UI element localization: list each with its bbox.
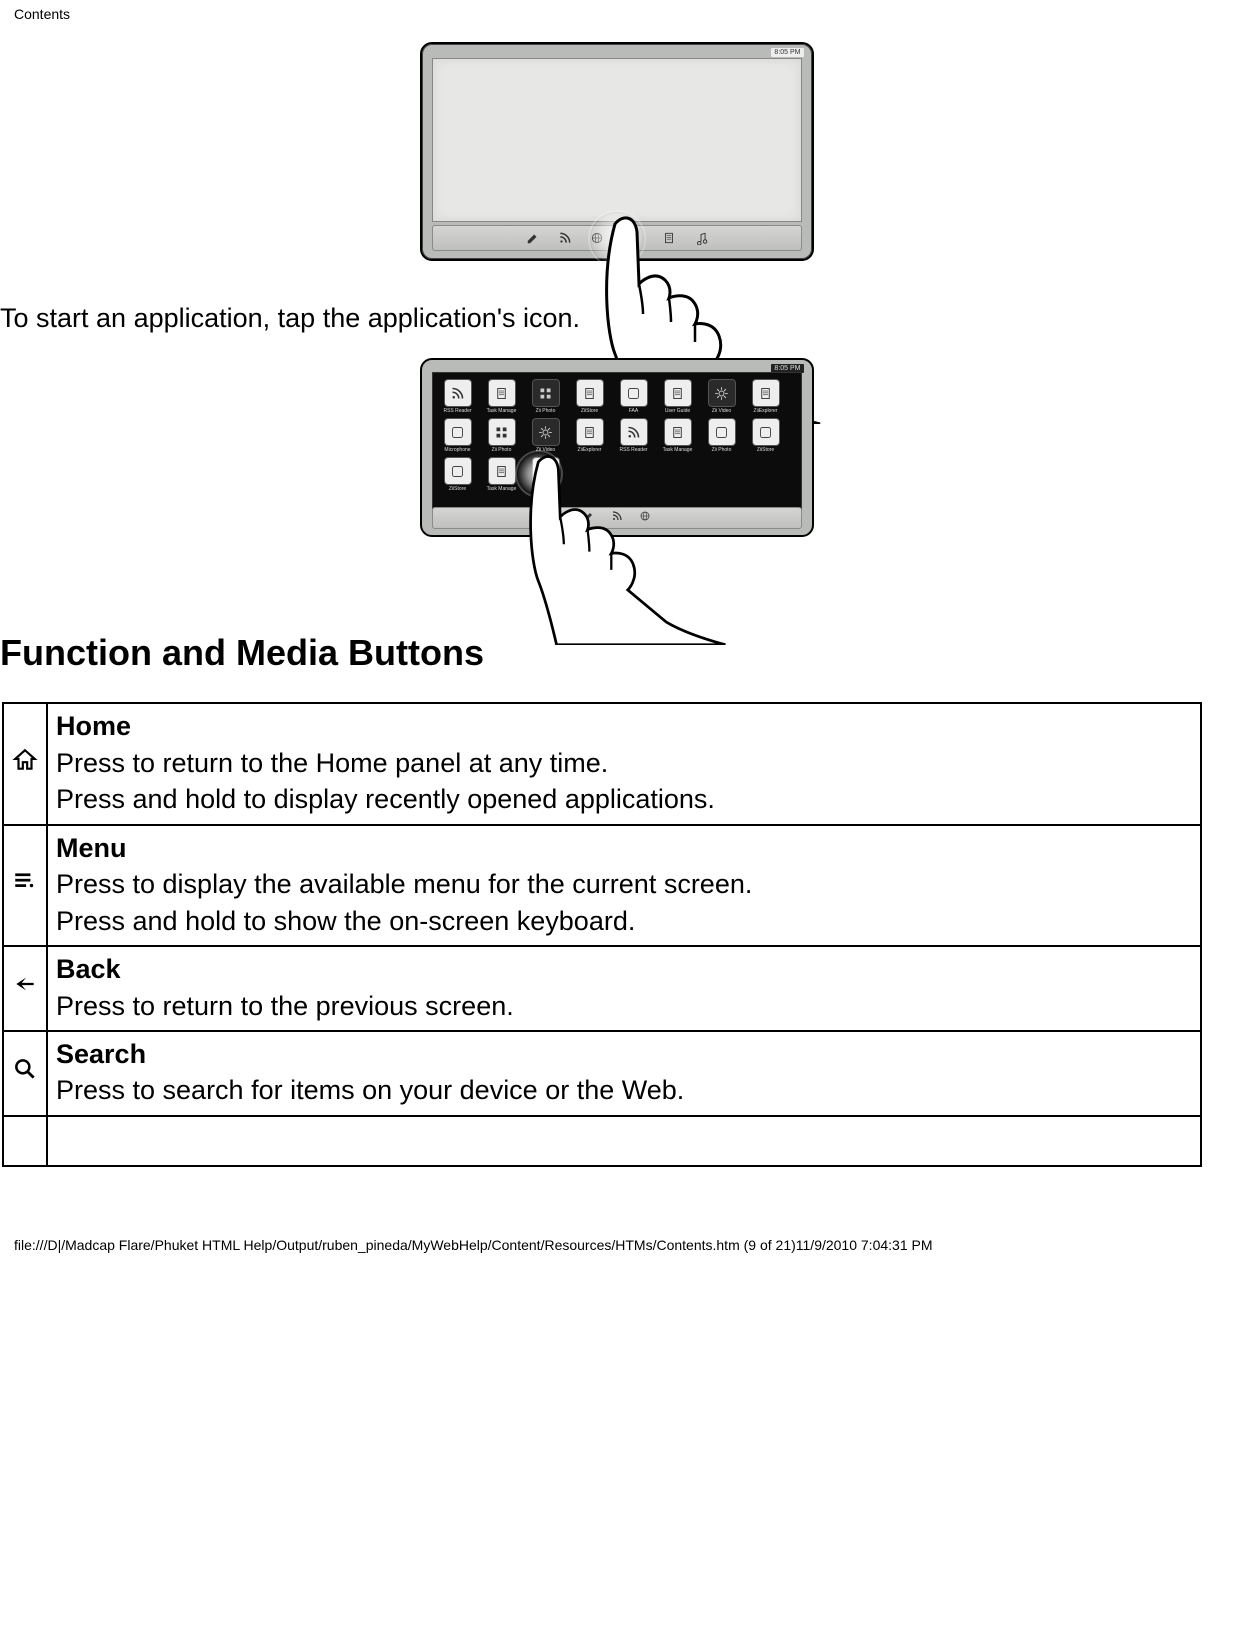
back-description: Back Press to return to the previous scr… xyxy=(47,946,1201,1031)
page-header: Contents xyxy=(0,0,1233,22)
status-bar: 8:05 PM xyxy=(771,48,803,57)
figure-tap-app: 8:05 PM RSS Reader Task Manage Zii Photo… xyxy=(0,358,1233,542)
figure-tap-dock: 8:05 PM xyxy=(0,42,1233,266)
pencil-icon xyxy=(583,509,595,527)
footer-path: file:///D|/Madcap Flare/Phuket HTML Help… xyxy=(0,1167,1233,1267)
app-row: ZiiStore Task Manage App xyxy=(441,457,793,492)
tablet-device: 8:05 PM xyxy=(420,42,814,261)
search-icon xyxy=(3,1031,47,1116)
globe-icon xyxy=(639,509,651,527)
home-icon xyxy=(3,703,47,824)
table-row xyxy=(3,1116,1201,1166)
page-icon xyxy=(662,231,676,245)
home-description: Home Press to return to the Home panel a… xyxy=(47,703,1201,824)
table-row: Back Press to return to the previous scr… xyxy=(3,946,1201,1031)
back-icon xyxy=(3,946,47,1031)
apps-screen: RSS Reader Task Manage Zii Photo ZiiStor… xyxy=(432,372,802,516)
function-buttons-table: Home Press to return to the Home panel a… xyxy=(2,702,1202,1166)
table-row: Home Press to return to the Home panel a… xyxy=(3,703,1201,824)
table-row: Menu Press to display the available menu… xyxy=(3,825,1201,946)
tap-instruction-text: To start an application, tap the applica… xyxy=(0,300,1233,336)
dock-bar xyxy=(432,225,802,251)
rss-icon xyxy=(611,509,623,527)
globe-icon xyxy=(590,231,604,245)
menu-description: Menu Press to display the available menu… xyxy=(47,825,1201,946)
pencil-icon xyxy=(526,231,540,245)
app-row: Microphone Zii Photo Zii Video ZiiExplor… xyxy=(441,418,793,453)
section-title: Function and Media Buttons xyxy=(0,632,1233,674)
music-icon xyxy=(694,231,708,245)
table-row: Search Press to search for items on your… xyxy=(3,1031,1201,1116)
search-description: Search Press to search for items on your… xyxy=(47,1031,1201,1116)
rss-icon xyxy=(558,231,572,245)
tablet-device-apps: 8:05 PM RSS Reader Task Manage Zii Photo… xyxy=(420,358,814,537)
menu-icon xyxy=(3,825,47,946)
dock-bar xyxy=(432,507,802,529)
blank-screen xyxy=(432,58,802,222)
app-row: RSS Reader Task Manage Zii Photo ZiiStor… xyxy=(441,379,793,414)
